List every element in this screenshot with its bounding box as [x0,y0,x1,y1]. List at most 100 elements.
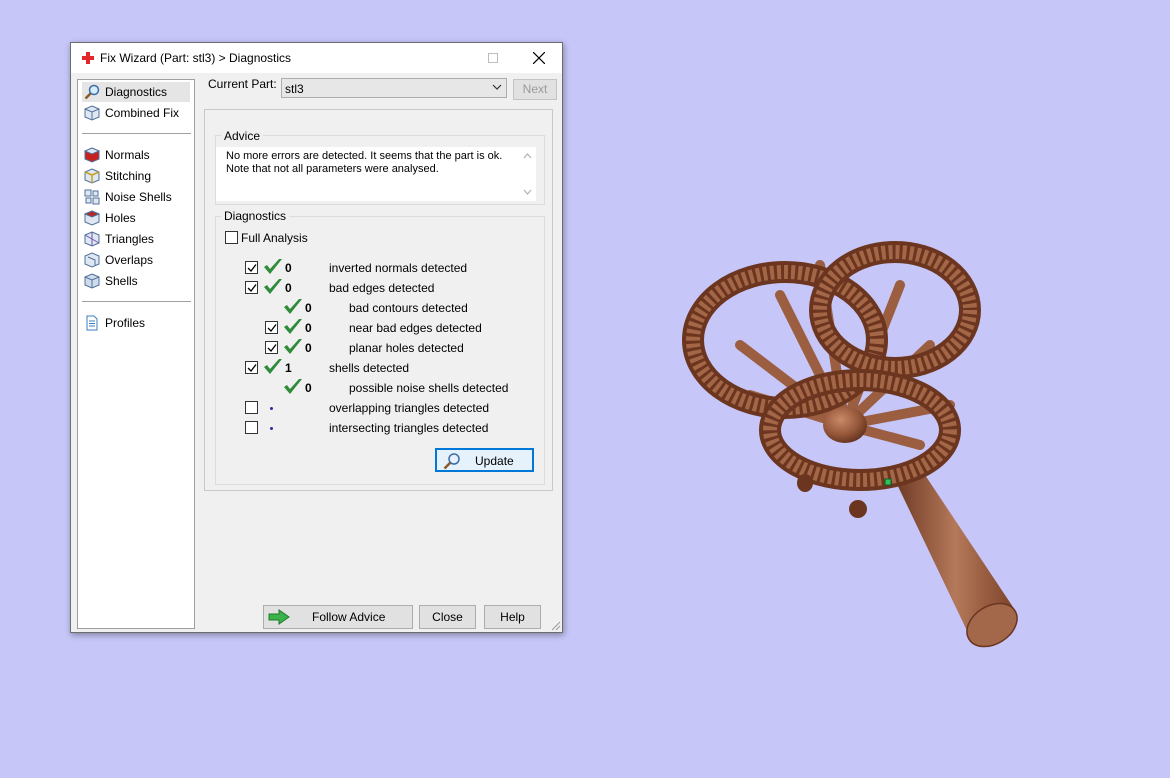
nav-label-shells: Shells [105,274,138,288]
stitching-cube-icon [84,168,100,184]
planar-holes-count: 0 [305,341,312,355]
advice-textbox[interactable]: No more errors are detected. It seems th… [216,147,536,201]
nav-label-holes: Holes [105,211,136,225]
green-check-icon [284,299,302,314]
nav-label-triangles: Triangles [105,232,154,246]
red-cross-icon [82,52,94,64]
follow-advice-button[interactable]: Follow Advice [263,605,413,629]
nav-label-normals: Normals [105,148,150,162]
overlapping-triangles-checkbox[interactable] [245,401,258,414]
nav-item-stitching[interactable]: Stitching [82,166,190,186]
current-part-value: stl3 [285,82,304,96]
bad-contours-label: bad contours detected [349,301,468,315]
title-bar[interactable]: Fix Wizard (Part: stl3) > Diagnostics [71,43,562,73]
wizard-nav: Diagnostics Combined Fix Normals Stitchi… [77,79,195,629]
chevron-down-icon [523,189,532,195]
magnifier-icon [443,453,460,470]
shells-cube-icon [84,273,100,289]
current-part-select[interactable]: stl3 [281,78,507,98]
near-bad-edges-checkbox[interactable] [265,321,278,334]
advice-scrollbar[interactable] [519,147,536,201]
arrow-right-icon [268,609,290,625]
holes-cube-icon [84,210,100,226]
intersecting-triangles-label: intersecting triangles detected [329,421,489,435]
inverted-normals-count: 0 [285,261,292,275]
nav-item-diagnostics[interactable]: Diagnostics [82,82,190,102]
full-analysis-label: Full Analysis [241,231,308,245]
near-bad-edges-label: near bad edges detected [349,321,482,335]
overlaps-cube-icon [84,252,100,268]
noise-shells-icon [84,189,100,205]
pending-dot-icon [270,427,273,430]
3d-model-view[interactable] [680,225,1025,655]
close-button[interactable]: Close [419,605,476,629]
inverted-normals-label: inverted normals detected [329,261,468,275]
planar-holes-label: planar holes detected [349,341,464,355]
diagnostics-legend: Diagnostics [221,209,290,223]
noise-shells-label: possible noise shells detected [349,381,509,395]
maximize-button[interactable] [470,43,516,73]
maximize-icon [488,53,498,63]
close-window-button[interactable] [516,43,562,73]
intersecting-triangles-checkbox[interactable] [245,421,258,434]
update-label: Update [475,454,514,468]
green-check-icon [284,319,302,334]
checkmark-icon [267,324,277,332]
next-button[interactable]: Next [513,79,557,100]
nav-item-normals[interactable]: Normals [82,145,190,165]
nav-item-holes[interactable]: Holes [82,208,190,228]
nav-label-stitching: Stitching [105,169,152,183]
window-title: Fix Wizard (Part: stl3) > Diagnostics [100,51,292,65]
overlapping-triangles-label: overlapping triangles detected [329,401,490,415]
current-part-label: Current Part: [208,77,277,91]
bad-edges-checkbox[interactable] [245,281,258,294]
shells-label: shells detected [329,361,410,375]
nav-label-overlaps: Overlaps [105,253,154,267]
shells-checkbox[interactable] [245,361,258,374]
normals-cube-icon [84,147,100,163]
nav-separator [82,301,191,302]
green-check-icon [264,279,282,294]
help-button[interactable]: Help [484,605,541,629]
inverted-normals-checkbox[interactable] [245,261,258,274]
advice-text: No more errors are detected. It seems th… [226,150,516,176]
shells-count: 1 [285,361,292,375]
update-button[interactable]: Update [435,448,534,472]
nav-label-diagnostics: Diagnostics [105,85,168,99]
advice-line-1: No more errors are detected. It seems th… [226,150,503,162]
nav-item-profiles[interactable]: Profiles [82,313,190,333]
nav-label-combined-fix: Combined Fix [105,106,180,120]
checkmark-icon [247,264,257,272]
resize-grip-icon[interactable] [549,619,561,631]
green-check-icon [284,339,302,354]
nav-separator [82,133,191,134]
cube-icon [84,105,100,121]
checkmark-icon [247,284,257,292]
chevron-up-icon [523,153,532,159]
near-bad-edges-count: 0 [305,321,312,335]
checkmark-icon [267,344,277,352]
magnifier-icon [84,84,100,100]
nav-item-combined-fix[interactable]: Combined Fix [82,103,190,123]
chevron-down-icon [492,84,502,90]
nav-item-overlaps[interactable]: Overlaps [82,250,190,270]
noise-shells-count: 0 [305,381,312,395]
full-analysis-checkbox[interactable] [225,231,238,244]
planar-holes-checkbox[interactable] [265,341,278,354]
pending-dot-icon [270,407,273,410]
advice-line-2: Note that not all parameters were analys… [226,163,439,175]
nav-label-profiles: Profiles [105,316,146,330]
advice-legend: Advice [221,129,264,143]
green-check-icon [264,259,282,274]
triangles-cube-icon [84,231,100,247]
nav-item-triangles[interactable]: Triangles [82,229,190,249]
nav-item-shells[interactable]: Shells [82,271,190,291]
document-icon [86,315,98,331]
green-check-icon [284,379,302,394]
bad-contours-count: 0 [305,301,312,315]
close-icon [532,51,546,65]
follow-advice-label: Follow Advice [312,610,386,624]
green-check-icon [264,359,282,374]
checkmark-icon [247,364,257,372]
nav-item-noise-shells[interactable]: Noise Shells [82,187,190,207]
